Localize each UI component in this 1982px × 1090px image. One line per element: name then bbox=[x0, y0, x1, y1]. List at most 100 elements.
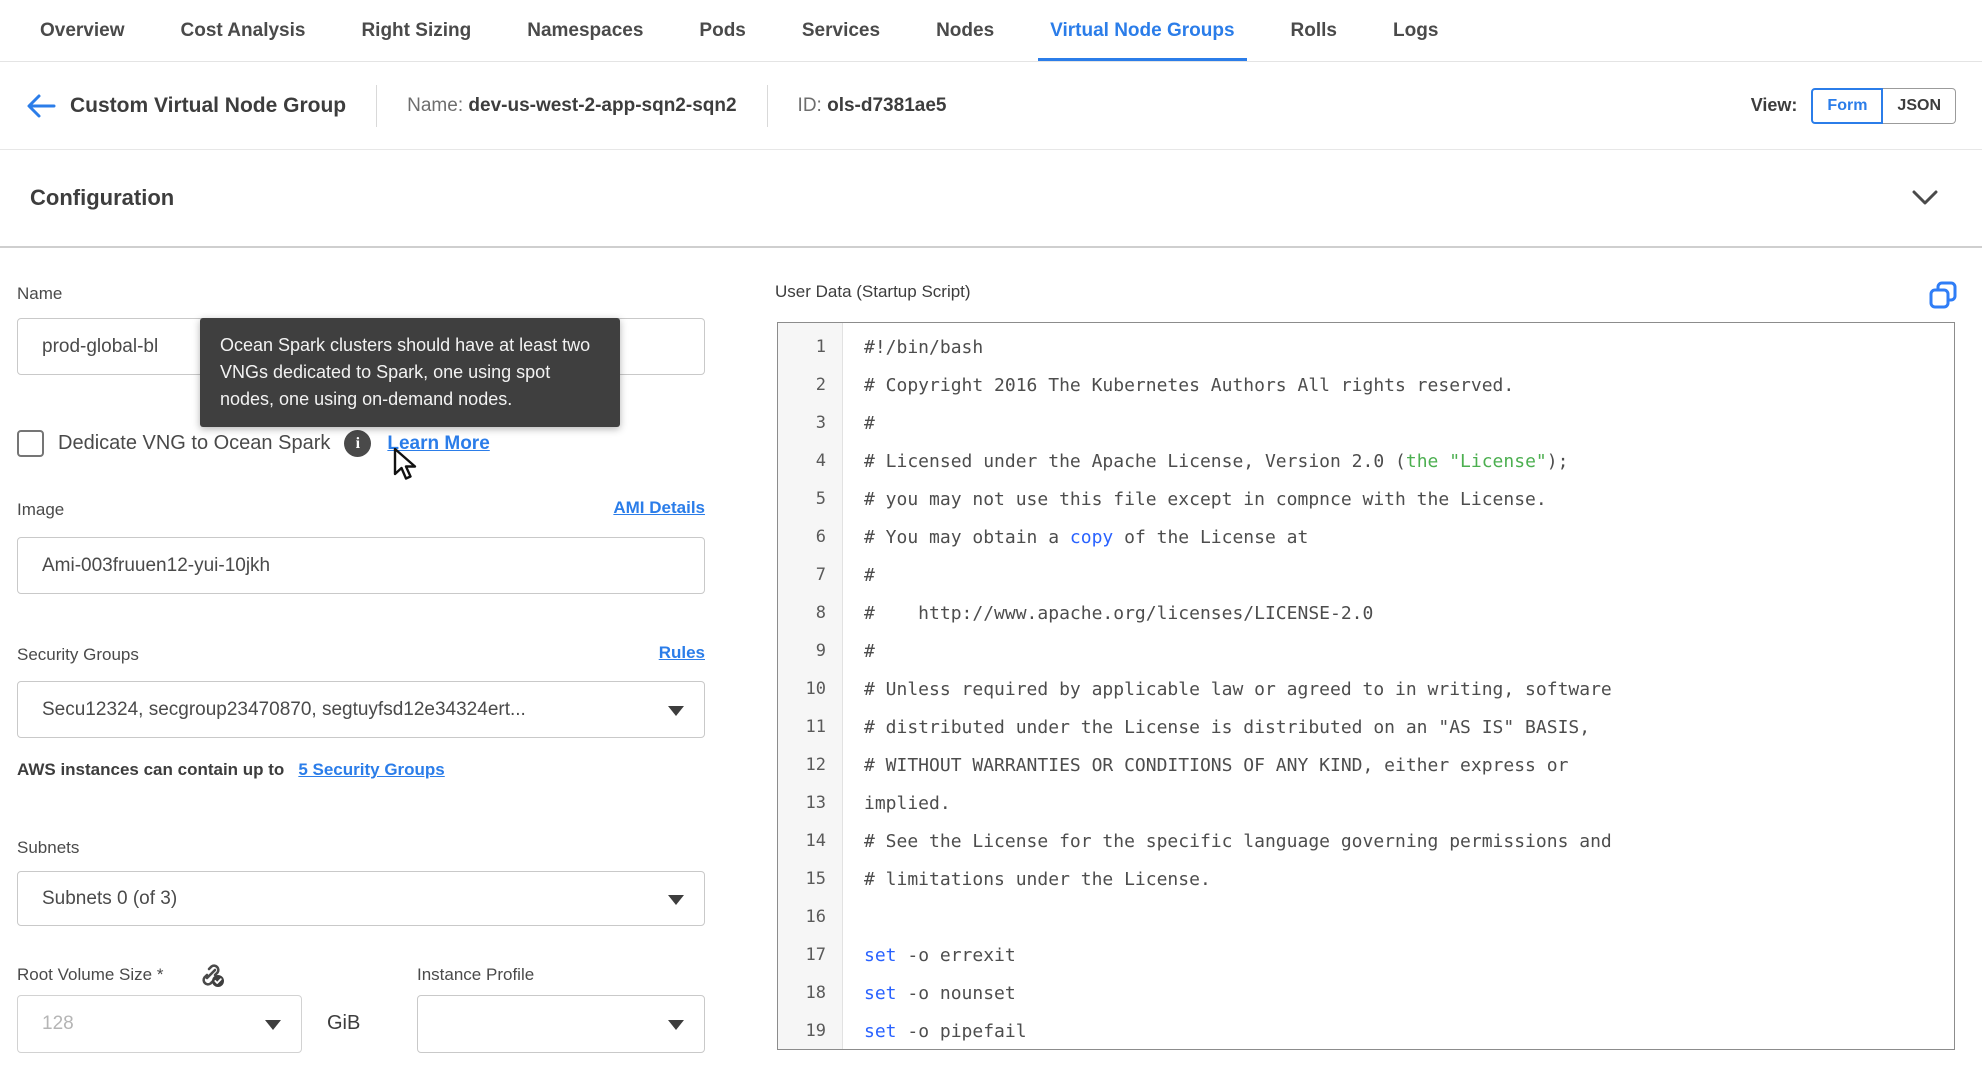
code-text: #!/bin/bash bbox=[864, 336, 984, 358]
code-text: set -o pipefail bbox=[864, 1020, 1027, 1042]
tab-services[interactable]: Services bbox=[790, 0, 892, 61]
code-line: 7 # bbox=[778, 556, 1954, 594]
learn-more-link[interactable]: Learn More bbox=[387, 433, 489, 455]
root-volume-size-value: 128 bbox=[42, 1013, 74, 1034]
vng-name-value: dev-us-west-2-app-sqn2-sqn2 bbox=[468, 94, 737, 116]
divider bbox=[376, 84, 378, 127]
virtual-node-group-page: Overview Cost Analysis Right Sizing Namespa… bbox=[0, 0, 1982, 1090]
user-data-label: User Data (Startup Script) bbox=[775, 282, 971, 301]
vng-id-meta: ID: ols-d7381ae5 bbox=[798, 95, 947, 117]
configuration-section-header[interactable]: Configuration bbox=[0, 150, 1982, 248]
line-number: 14 bbox=[805, 831, 826, 851]
security-groups-note-text: AWS instances can contain up to bbox=[17, 760, 285, 779]
line-number: 16 bbox=[805, 907, 826, 927]
dedicate-vng-label: Dedicate VNG to Ocean Spark bbox=[58, 432, 331, 454]
vng-id-value: ols-d7381ae5 bbox=[827, 94, 947, 116]
view-json-button[interactable]: JSON bbox=[1883, 87, 1956, 124]
code-text: # Licensed under the Apache License, Ver… bbox=[864, 450, 1569, 472]
page-header: Custom Virtual Node Group Name: dev-us-w… bbox=[0, 62, 1982, 150]
tab-virtual-node-groups[interactable]: Virtual Node Groups bbox=[1038, 0, 1247, 61]
line-number: 18 bbox=[805, 983, 826, 1003]
tab-right-sizing[interactable]: Right Sizing bbox=[349, 0, 483, 61]
instance-profile-label: Instance Profile bbox=[417, 965, 535, 984]
image-field-label: Image bbox=[17, 500, 65, 519]
code-text: set -o nounset bbox=[864, 982, 1016, 1004]
code-line: 5 # you may not use this file except in c… bbox=[778, 480, 1954, 518]
tab-rolls[interactable]: Rolls bbox=[1279, 0, 1349, 61]
code-line: 15 # limitations under the License. bbox=[778, 860, 1954, 898]
vng-name-label: Name: bbox=[407, 94, 464, 116]
subnets-label: Subnets bbox=[17, 838, 80, 857]
code-text: set -o errexit bbox=[864, 944, 1016, 966]
top-tab-bar: Overview Cost Analysis Right Sizing Namespa… bbox=[0, 0, 1982, 62]
chevron-down-icon[interactable] bbox=[1912, 190, 1938, 206]
code-line: 12 # WITHOUT WARRANTIES OR CONDITIONS OF … bbox=[778, 746, 1954, 784]
line-number: 10 bbox=[805, 679, 826, 699]
line-number: 1 bbox=[815, 337, 826, 357]
configuration-title: Configuration bbox=[30, 185, 175, 210]
code-text: # http://www.apache.org/licenses/LICENSE… bbox=[864, 602, 1374, 624]
tab-namespaces[interactable]: Namespaces bbox=[515, 0, 655, 61]
code-line: 19 set -o pipefail bbox=[778, 1012, 1954, 1049]
code-line: 4 # Licensed under the Apache License, Ve… bbox=[778, 442, 1954, 480]
view-label: View: bbox=[1750, 95, 1798, 115]
code-line: 11 # distributed under the License is dis… bbox=[778, 708, 1954, 746]
code-text: # bbox=[864, 412, 875, 434]
security-groups-value: Secu12324, secgroup23470870, segtuyfsd12… bbox=[42, 698, 526, 720]
subnets-dropdown[interactable]: Subnets 0 (of 3) bbox=[17, 871, 705, 926]
code-line: 13 implied. bbox=[778, 784, 1954, 822]
line-number: 13 bbox=[805, 793, 826, 813]
code-line: 8 # http://www.apache.org/licenses/LICENS… bbox=[778, 594, 1954, 632]
view-segmented-control: Form JSON bbox=[1811, 87, 1956, 124]
code-line: 3 # bbox=[778, 404, 1954, 442]
line-number: 11 bbox=[805, 717, 826, 737]
dedicate-vng-checkbox[interactable] bbox=[17, 430, 44, 457]
security-groups-note-link[interactable]: 5 Security Groups bbox=[298, 760, 444, 780]
line-number: 8 bbox=[815, 603, 826, 623]
line-number: 17 bbox=[805, 945, 826, 965]
code-text: # bbox=[864, 564, 875, 586]
line-number: 3 bbox=[815, 413, 826, 433]
tab-pods[interactable]: Pods bbox=[687, 0, 757, 61]
ami-details-link[interactable]: AMI Details bbox=[613, 498, 705, 518]
name-input-value: prod-global-bl bbox=[42, 335, 159, 357]
code-line: 1 #!/bin/bash bbox=[778, 328, 1954, 366]
view-form-button[interactable]: Form bbox=[1811, 87, 1884, 124]
caret-down-icon bbox=[668, 705, 684, 716]
image-input-value: Ami-003fruuen12-yui-10jkh bbox=[42, 554, 271, 576]
root-volume-size-label: Root Volume Size * bbox=[17, 965, 164, 984]
root-volume-size-dropdown[interactable]: 128 bbox=[17, 995, 302, 1053]
name-field-label: Name bbox=[17, 284, 63, 303]
tab-nodes[interactable]: Nodes bbox=[924, 0, 1006, 61]
tab-logs[interactable]: Logs bbox=[1381, 0, 1450, 61]
line-number: 2 bbox=[815, 375, 826, 395]
caret-down-icon bbox=[265, 1020, 281, 1030]
line-number: 15 bbox=[805, 869, 826, 889]
user-data-code-editor[interactable]: 1 #!/bin/bash 2 # Copyright 2016 The Kubern… bbox=[777, 322, 1955, 1050]
image-input[interactable]: Ami-003fruuen12-yui-10jkh bbox=[17, 537, 705, 594]
link-icon[interactable] bbox=[197, 962, 225, 993]
security-groups-dropdown[interactable]: Secu12324, secgroup23470870, segtuyfsd12… bbox=[17, 681, 705, 738]
vng-id-label: ID: bbox=[797, 94, 822, 116]
vng-name-meta: Name: dev-us-west-2-app-sqn2-sqn2 bbox=[407, 95, 736, 117]
back-button[interactable] bbox=[26, 91, 56, 121]
security-groups-label: Security Groups bbox=[17, 645, 139, 664]
code-line: 9 # bbox=[778, 632, 1954, 670]
code-text: # bbox=[864, 640, 875, 662]
arrow-left-icon bbox=[27, 94, 56, 117]
copy-icon[interactable] bbox=[1928, 280, 1958, 315]
security-groups-note: AWS instances can contain up to 5 Securi… bbox=[17, 760, 445, 780]
tab-cost-analysis[interactable]: Cost Analysis bbox=[169, 0, 318, 61]
rules-link[interactable]: Rules bbox=[659, 643, 705, 663]
code-text: # See the License for the specific langu… bbox=[864, 830, 1612, 852]
caret-down-icon bbox=[668, 1020, 684, 1030]
info-icon[interactable]: i bbox=[344, 430, 372, 457]
instance-profile-dropdown[interactable] bbox=[417, 995, 705, 1053]
code-line: 17 set -o errexit bbox=[778, 936, 1954, 974]
code-line: 18 set -o nounset bbox=[778, 974, 1954, 1012]
code-text: # limitations under the License. bbox=[864, 868, 1211, 890]
code-text: # distributed under the License is distr… bbox=[864, 716, 1591, 738]
tab-overview[interactable]: Overview bbox=[28, 0, 137, 61]
line-number: 5 bbox=[815, 489, 826, 509]
line-number: 19 bbox=[805, 1021, 826, 1041]
